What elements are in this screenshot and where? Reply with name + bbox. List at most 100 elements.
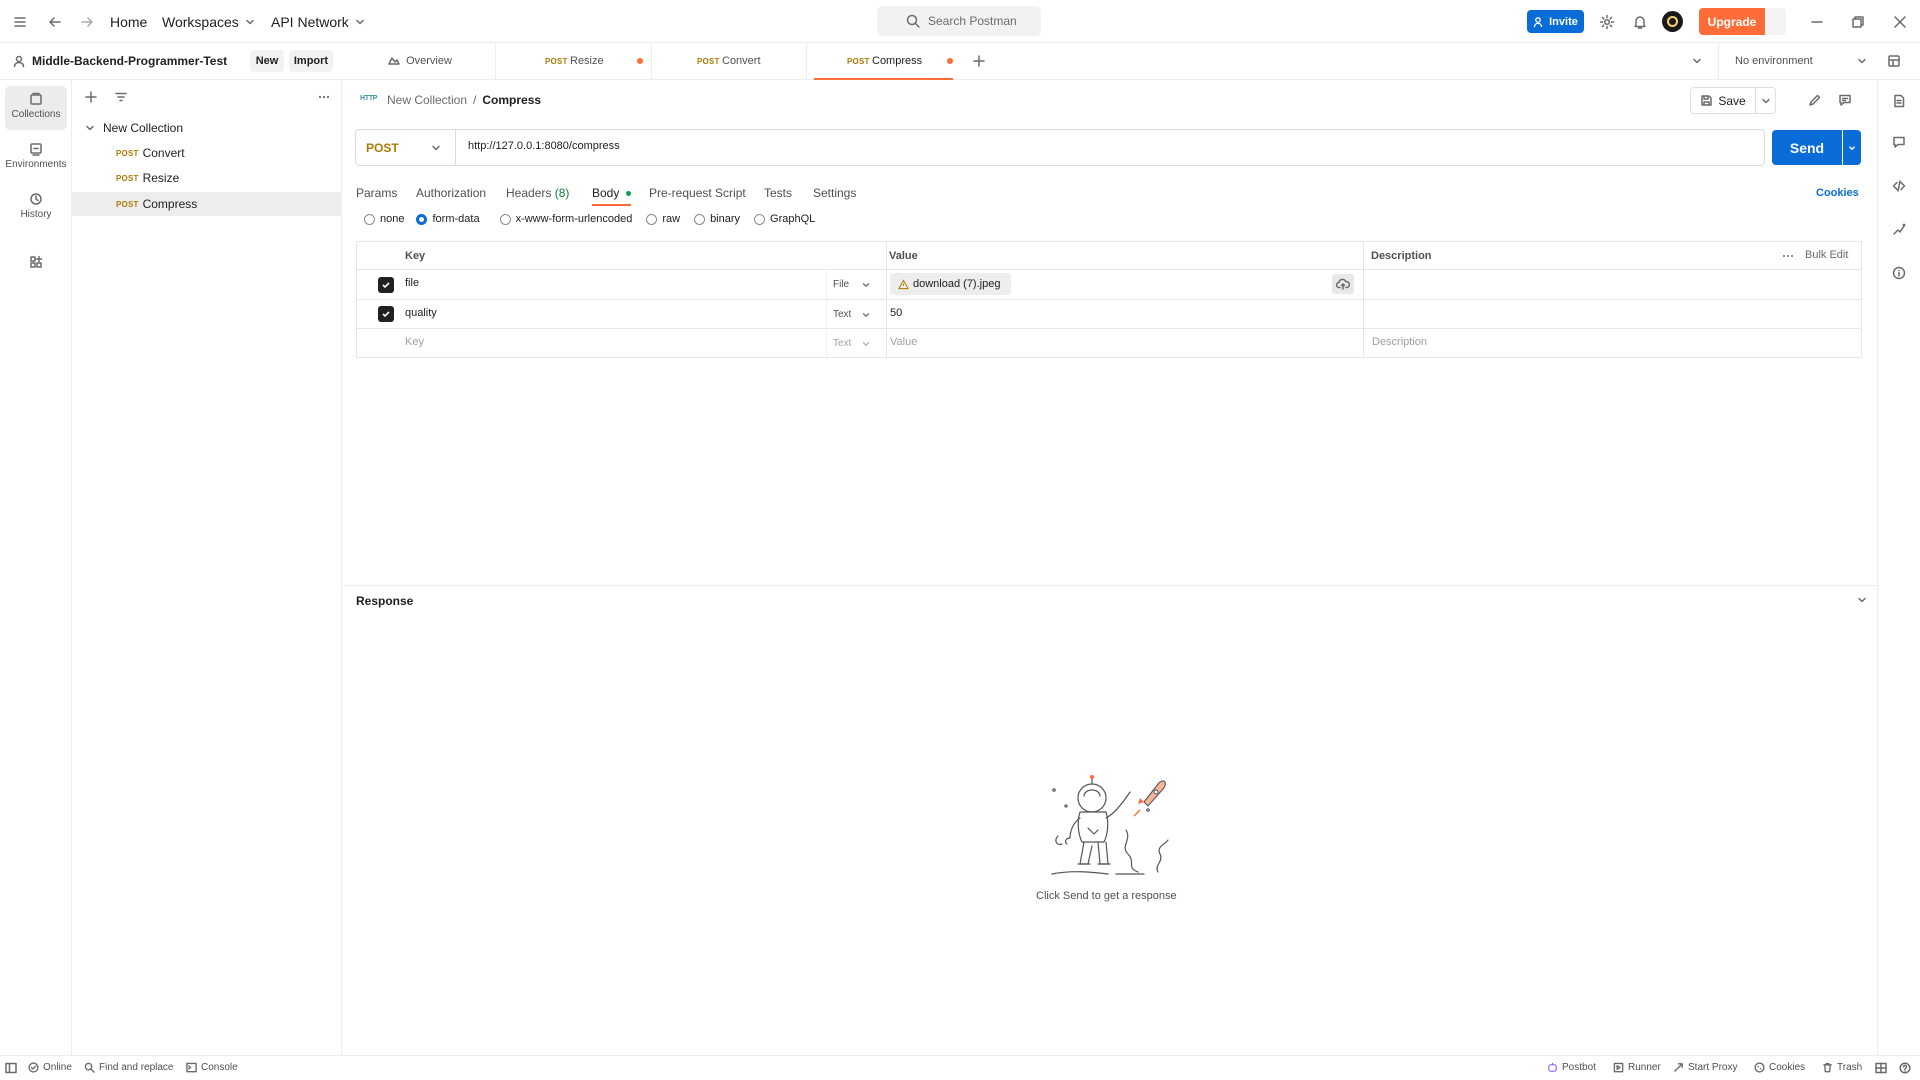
more-options-icon[interactable] [1781,250,1795,262]
url-input[interactable]: http://127.0.0.1:8080/compress [468,140,620,152]
comments-icon[interactable] [1892,135,1906,149]
sidebar-search-input[interactable] [134,86,304,108]
new-type-select[interactable]: Text [833,338,851,349]
cookies-button[interactable]: Cookies [1754,1062,1805,1073]
radio-urlencoded[interactable]: x-www-form-urlencoded [499,213,632,225]
back-arrow-icon[interactable] [47,0,63,43]
bulk-edit-link[interactable]: Bulk Edit [1805,249,1848,261]
forward-arrow-icon[interactable] [79,0,95,43]
search-input[interactable]: Search Postman [877,6,1041,36]
workspaces-menu[interactable]: Workspaces [162,0,257,43]
info-icon[interactable] [1892,266,1906,280]
tab-tests[interactable]: Tests [764,176,792,210]
cookie-icon [1754,1062,1765,1073]
radio-none[interactable]: none [364,213,404,225]
new-description-input[interactable]: Description [1372,336,1427,348]
row-type-select[interactable]: File [833,279,849,290]
filter-icon[interactable] [114,90,128,104]
layout-toggle-icon[interactable] [1875,1062,1887,1074]
more-options-icon[interactable] [317,90,331,104]
new-key-input[interactable]: Key [405,336,424,348]
body-active-dot [625,191,631,197]
tab-authorization[interactable]: Authorization [416,176,486,210]
runner-button[interactable]: Runner [1613,1062,1661,1073]
environment-quick-look-icon[interactable] [1887,54,1901,68]
radio-graphql[interactable]: GraphQL [754,213,815,225]
notifications-bell-icon[interactable] [1632,0,1648,43]
restore-window-icon[interactable] [1851,0,1865,43]
radio-raw-label: raw [662,213,681,225]
tab-convert[interactable]: POST Convert [653,43,807,79]
row-value[interactable]: 50 [890,307,902,319]
tab-params[interactable]: Params [356,176,397,210]
tab-prerequest-script[interactable]: Pre-request Script [649,176,746,210]
environment-selector[interactable]: No environment [1718,43,1882,79]
send-dropdown-button[interactable] [1843,130,1861,165]
online-status[interactable]: Online [28,1062,72,1073]
radio-binary[interactable]: binary [694,213,740,225]
invite-button[interactable]: Invite [1527,10,1584,33]
tab-label: Compress [872,55,923,67]
toggle-sidebar-icon[interactable] [5,1062,17,1074]
start-proxy-button[interactable]: Start Proxy [1673,1062,1737,1073]
row-key[interactable]: file [405,277,419,289]
unsaved-dot [637,58,643,64]
file-chip[interactable]: download (7).jpeg [890,273,1011,295]
send-button[interactable]: Send [1772,130,1842,165]
tab-resize[interactable]: POST Resize [497,43,652,79]
row-key[interactable]: quality [405,307,437,319]
upgrade-dropdown-button[interactable] [1766,8,1786,35]
response-divider[interactable] [342,585,1877,586]
cookies-link[interactable]: Cookies [1816,176,1859,210]
trash-button[interactable]: Trash [1822,1062,1862,1073]
method-select[interactable]: POST [356,130,456,165]
find-replace-button[interactable]: Find and replace [84,1062,174,1073]
row-enabled-checkbox[interactable] [378,277,394,293]
rail-environments[interactable]: Environments [5,136,67,180]
radio-raw[interactable]: raw [646,213,680,225]
breadcrumb-parent[interactable]: New Collection [387,93,467,107]
settings-gear-icon[interactable] [1599,0,1615,43]
rail-collections[interactable]: Collections [5,86,67,130]
sidebar-item-convert[interactable]: POST Convert [116,143,185,163]
tab-compress[interactable]: POST Compress [814,43,953,80]
configure-sidebar-icon[interactable] [29,255,43,269]
console-button[interactable]: Console [186,1062,238,1073]
collection-item[interactable]: New Collection [84,118,183,138]
import-button[interactable]: Import [289,50,333,72]
edit-pencil-icon[interactable] [1808,93,1822,107]
menu-icon[interactable] [12,0,28,43]
search-icon [906,14,920,28]
code-snippet-icon[interactable] [1892,179,1906,193]
close-window-icon[interactable] [1893,0,1907,43]
row-type-select[interactable]: Text [833,309,851,320]
tab-headers[interactable]: Headers (8) [506,176,569,210]
related-collections-icon[interactable] [1892,222,1906,236]
tab-settings[interactable]: Settings [813,176,856,210]
breadcrumb: New Collection / Compress [387,91,541,109]
home-link[interactable]: Home [110,0,147,43]
breadcrumb-separator: / [473,93,477,107]
tab-overview[interactable]: Overview [344,43,496,79]
api-network-menu[interactable]: API Network [271,0,367,43]
add-tab-plus-icon[interactable] [972,54,986,68]
workspace-name[interactable]: Middle-Backend-Programmer-Test [32,54,227,68]
upload-file-cloud-icon[interactable] [1332,274,1354,294]
new-value-input[interactable]: Value [890,336,917,348]
postbot-button[interactable]: Postbot [1547,1062,1596,1073]
tab-body[interactable]: Body [592,180,631,206]
save-button[interactable]: Save [1690,87,1756,114]
avatar[interactable] [1662,11,1683,32]
new-button[interactable]: New [250,50,284,72]
minimize-window-icon[interactable] [1810,0,1824,43]
upgrade-button[interactable]: Upgrade [1699,8,1765,35]
comments-icon[interactable] [1838,93,1852,107]
save-dropdown-button[interactable] [1755,87,1776,114]
documentation-icon[interactable] [1892,94,1906,108]
radio-form-data[interactable]: form-data [416,213,480,225]
row-enabled-checkbox[interactable] [378,306,394,322]
add-collection-plus-icon[interactable] [84,90,98,104]
help-icon[interactable] [1899,1062,1911,1074]
collapse-response-chevron-icon[interactable] [1855,593,1869,607]
tabs-overflow-chevron-icon[interactable] [1690,54,1704,68]
